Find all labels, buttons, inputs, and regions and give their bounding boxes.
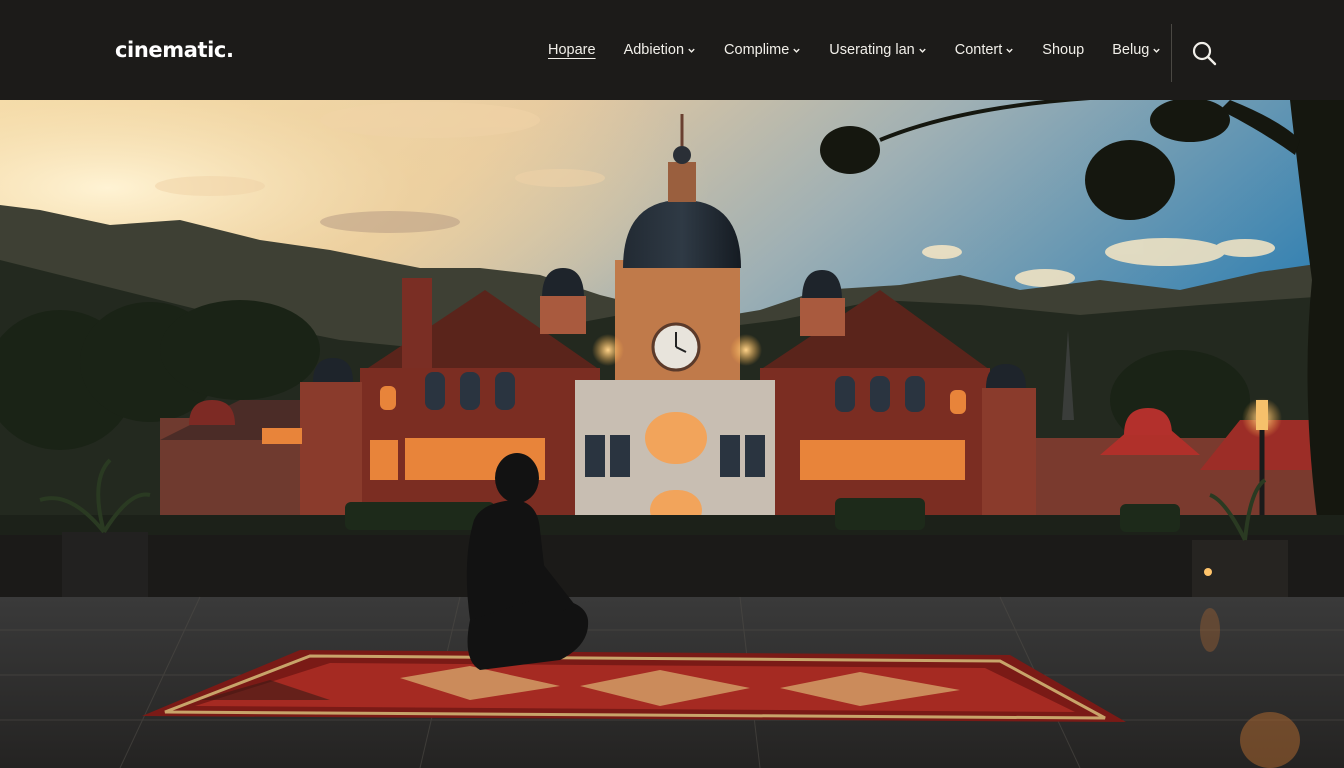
nav-label: Hopare [548,42,596,58]
nav-label: Adbietion [623,42,685,58]
nav-label: Shoup [1042,42,1085,58]
nav-label: Contert [954,42,1003,58]
nav-item-userating-lan[interactable]: Userating lan [829,42,926,58]
chevron-down-icon [1152,46,1161,55]
chevron-down-icon [792,46,801,55]
main-nav: Hopare Adbietion Complime Userating lan … [530,0,1189,100]
site-logo[interactable]: cinematic. [115,38,234,62]
nav-item-complime[interactable]: Complime [724,42,801,58]
nav-label: Belug [1112,42,1150,58]
nav-item-contert[interactable]: Contert [955,42,1015,58]
hero-image [0,100,1344,768]
chevron-down-icon [918,46,927,55]
nav-label: Userating lan [829,42,915,58]
header-divider [1171,24,1172,82]
nav-item-shoup[interactable]: Shoup [1042,42,1084,58]
rug [142,650,1126,722]
search-icon[interactable] [1191,40,1219,68]
terrace-wall [0,535,1344,597]
nav-item-hopare[interactable]: Hopare [548,42,596,58]
site-header: cinematic. Hopare Adbietion Complime Use… [0,0,1344,100]
chevron-down-icon [1005,46,1014,55]
nav-item-adbietion[interactable]: Adbietion [624,42,696,58]
nav-label: Complime [724,42,790,58]
chevron-down-icon [687,46,696,55]
nav-item-belug[interactable]: Belug [1112,42,1161,58]
